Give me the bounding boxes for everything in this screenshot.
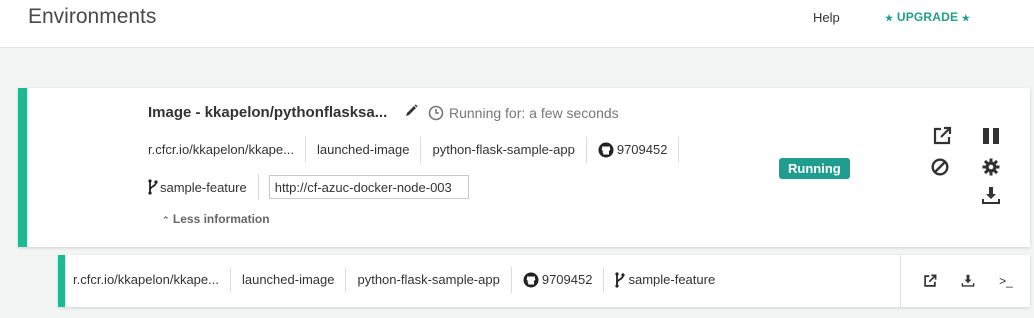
top-header: Environments Help ★ UPGRADE ★ — [0, 0, 1034, 48]
status-stripe — [18, 88, 27, 247]
environment-row[interactable]: r.cfcr.io/kkapelon/kkape... launched-ima… — [58, 255, 1030, 307]
github-icon — [598, 142, 614, 158]
tag-launch: launched-image — [231, 267, 347, 293]
image-name: Image - kkapelon/pythonflasksa... — [148, 104, 388, 121]
open-link-button[interactable] — [931, 125, 953, 147]
branch-icon — [615, 272, 626, 288]
download-icon — [982, 187, 1000, 204]
environment-url-field[interactable] — [268, 175, 469, 199]
open-link-button[interactable] — [911, 270, 949, 292]
upgrade-label: UPGRADE — [896, 10, 959, 24]
settings-button[interactable] — [980, 156, 1002, 178]
settings-icon — [982, 158, 1000, 176]
tag-repo: python-flask-sample-app — [421, 137, 587, 163]
row-actions: >_ — [900, 255, 1025, 307]
less-information-toggle[interactable]: ⌃ Less information — [162, 212, 270, 226]
github-icon — [523, 272, 539, 288]
clock-icon — [428, 105, 444, 121]
external-link-icon — [933, 126, 952, 145]
help-link[interactable]: Help — [813, 10, 840, 25]
pencil-icon[interactable] — [404, 103, 418, 119]
running-duration: Running for: a few seconds — [449, 105, 619, 121]
branch-name: sample-feature — [160, 179, 247, 195]
branch-row: sample-feature — [148, 174, 469, 200]
tag-commit: 9709452 — [587, 137, 680, 163]
download-button[interactable] — [949, 270, 987, 292]
branch-tag: sample-feature — [148, 174, 259, 200]
upgrade-button[interactable]: ★ UPGRADE ★ — [885, 10, 970, 24]
star-icon: ★ — [961, 13, 971, 23]
download-button[interactable] — [980, 185, 1002, 207]
tag-launch: launched-image — [306, 137, 422, 163]
pause-button[interactable] — [980, 125, 1002, 147]
pause-icon — [983, 128, 999, 144]
chevron-up-icon: ⌃ — [162, 215, 170, 225]
stop-button[interactable] — [929, 156, 951, 178]
branch-name: sample-feature — [628, 272, 716, 287]
download-icon — [961, 274, 975, 287]
row-tags: r.cfcr.io/kkapelon/kkape... launched-ima… — [73, 267, 726, 293]
tag-commit: 9709452 — [512, 267, 605, 293]
terminal-button[interactable]: >_ — [987, 270, 1025, 292]
commit-hash: 9709452 — [616, 142, 668, 157]
external-link-icon — [924, 274, 937, 287]
status-stripe — [58, 255, 65, 307]
environment-tags: r.cfcr.io/kkapelon/kkape... launched-ima… — [148, 137, 680, 163]
tag-repo: python-flask-sample-app — [346, 267, 512, 293]
page-title: Environments — [28, 5, 157, 28]
branch-icon — [148, 179, 158, 195]
star-icon: ★ — [885, 13, 894, 23]
status-badge: Running — [779, 158, 850, 179]
tag-image: r.cfcr.io/kkapelon/kkape... — [73, 267, 231, 293]
commit-hash: 9709452 — [541, 272, 593, 287]
less-information-label: Less information — [172, 212, 270, 226]
branch-tag: sample-feature — [604, 267, 726, 293]
tag-image: r.cfcr.io/kkapelon/kkape... — [148, 137, 306, 163]
environment-card: Image - kkapelon/pythonflasksa... Runnin… — [18, 88, 1030, 247]
stop-icon — [931, 158, 949, 176]
